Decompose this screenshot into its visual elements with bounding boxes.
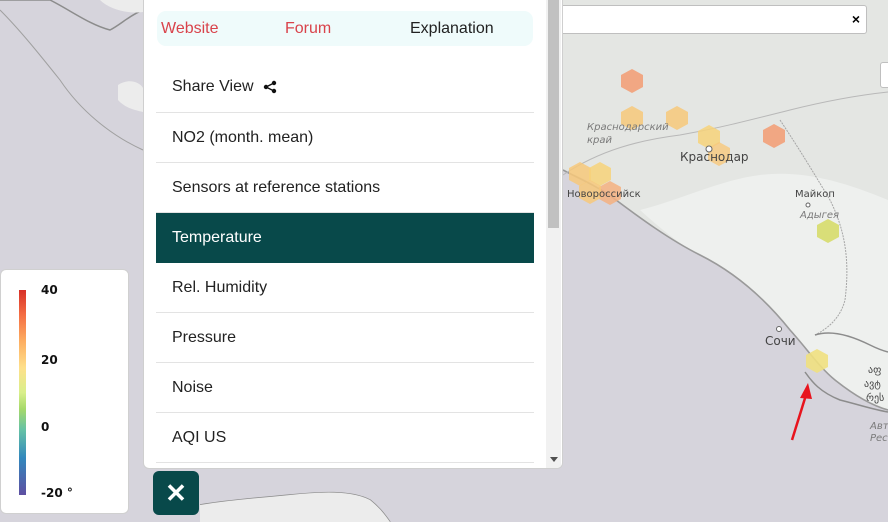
menu-item-label: NO2 (month. mean) bbox=[172, 128, 314, 146]
search-bar[interactable]: × bbox=[553, 5, 867, 34]
city-dot-sochi bbox=[776, 326, 782, 332]
tab-explanation[interactable]: Explanation bbox=[410, 20, 494, 38]
menu-item-label: Sensors at reference stations bbox=[172, 178, 381, 196]
temperature-legend: 40 20 0 -20 ° bbox=[0, 269, 129, 514]
menu-item-humidity[interactable]: Rel. Humidity bbox=[156, 263, 534, 313]
menu-item-label: Temperature bbox=[172, 228, 262, 246]
menu-item-share-view[interactable]: Share View bbox=[156, 62, 534, 113]
legend-tick-zero: 0 bbox=[41, 420, 50, 434]
city-dot-maykop bbox=[805, 202, 811, 208]
menu-item-pressure[interactable]: Pressure bbox=[156, 313, 534, 363]
menu-item-label: AQI US bbox=[172, 428, 227, 446]
map-label-maykop: Майкоп bbox=[795, 189, 835, 200]
map-label-right-5: Рес bbox=[870, 433, 888, 444]
map-control-button[interactable] bbox=[880, 62, 888, 88]
menu-item-reference-sensors[interactable]: Sensors at reference stations bbox=[156, 163, 534, 213]
map-label-adygea: Адыгея bbox=[800, 210, 840, 221]
legend-tick-min: -20 ° bbox=[41, 486, 73, 500]
map-label-region: Краснодарский край bbox=[587, 122, 669, 146]
layers-panel: Website Forum Explanation Share View NO2… bbox=[143, 0, 563, 469]
south-land bbox=[200, 492, 390, 522]
menu-item-label: Pressure bbox=[172, 328, 237, 346]
menu-item-noise[interactable]: Noise bbox=[156, 363, 534, 413]
tab-forum[interactable]: Forum bbox=[285, 20, 331, 38]
close-icon: ✕ bbox=[165, 477, 187, 508]
crimea-tip bbox=[118, 81, 143, 112]
map-label-right-1: აფ bbox=[868, 365, 882, 376]
menu-item-label: Noise bbox=[172, 378, 213, 396]
legend-color-bar bbox=[19, 290, 26, 495]
map-label-sochi: Сочи bbox=[765, 334, 796, 348]
legend-tick-max: 40 bbox=[41, 283, 58, 297]
menu-item-temperature[interactable]: Temperature bbox=[156, 213, 534, 263]
scrollbar-thumb[interactable] bbox=[548, 0, 559, 228]
search-close-icon[interactable]: × bbox=[852, 11, 860, 27]
menu-item-aqi-us[interactable]: AQI US bbox=[156, 413, 534, 463]
menu-item-label: Rel. Humidity bbox=[172, 278, 268, 296]
crimea-land bbox=[100, 0, 143, 13]
menu-item-no2[interactable]: NO2 (month. mean) bbox=[156, 113, 534, 163]
map-label-right-3: რეს bbox=[866, 393, 885, 404]
share-icon bbox=[263, 80, 277, 94]
coast-west bbox=[0, 9, 144, 151]
menu-item-label: Share View bbox=[172, 78, 254, 95]
map-label-novorossiysk: Новороссийск bbox=[567, 189, 641, 200]
layer-menu: Share View NO2 (month. mean) Sensors at … bbox=[156, 62, 534, 463]
map-label-krasnodar: Краснодар bbox=[680, 150, 749, 164]
legend-tick-mid-high: 20 bbox=[41, 353, 58, 367]
red-arrow-icon bbox=[790, 383, 812, 441]
map-label-right-2: ავტ bbox=[864, 379, 881, 390]
tab-website[interactable]: Website bbox=[161, 20, 219, 38]
close-panel-button[interactable]: ✕ bbox=[153, 471, 199, 515]
panel-tabs: Website Forum Explanation bbox=[157, 11, 533, 46]
scroll-down-arrow-icon[interactable] bbox=[550, 457, 558, 462]
panel-scrollbar[interactable] bbox=[546, 0, 561, 468]
mountain-area bbox=[640, 173, 888, 410]
